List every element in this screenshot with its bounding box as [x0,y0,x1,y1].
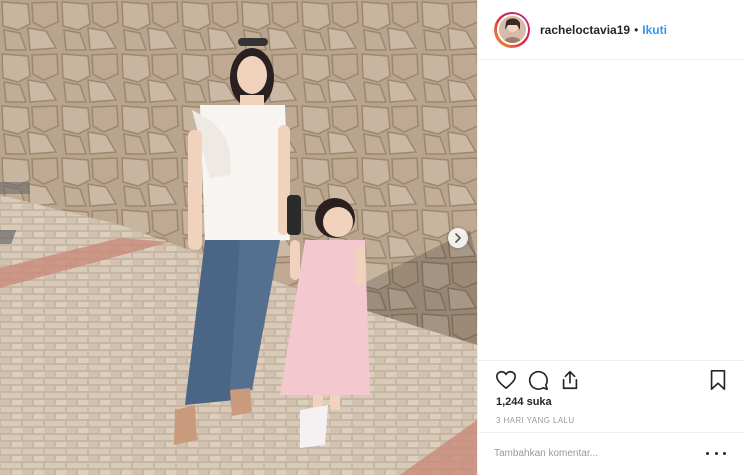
comment-input[interactable] [494,443,694,463]
comment-icon[interactable] [527,369,549,391]
like-count[interactable]: 1,244 suka [496,396,552,408]
next-photo-button[interactable] [448,228,468,248]
username-link[interactable]: racheloctavia19 [540,23,630,37]
heart-icon[interactable] [495,369,517,391]
bookmark-icon[interactable] [707,369,729,391]
post-timestamp[interactable]: 3 HARI YANG LALU [496,416,575,425]
chevron-right-icon [455,233,462,243]
more-options-icon[interactable] [706,445,726,461]
profile-photo-icon [496,14,528,45]
photo-illustration [0,0,477,475]
action-bar [478,360,745,398]
avatar[interactable] [494,11,530,48]
post-header: racheloctavia19 • Ikuti [478,0,745,60]
instagram-post: racheloctavia19 • Ikuti 1,244 suka 3 HAR… [0,0,745,475]
post-photo[interactable] [0,0,477,475]
separator-dot: • [634,22,639,37]
post-side-panel: racheloctavia19 • Ikuti 1,244 suka 3 HAR… [477,0,745,475]
share-icon[interactable] [559,369,581,391]
comment-bar [478,432,745,475]
follow-button[interactable]: Ikuti [642,23,667,37]
